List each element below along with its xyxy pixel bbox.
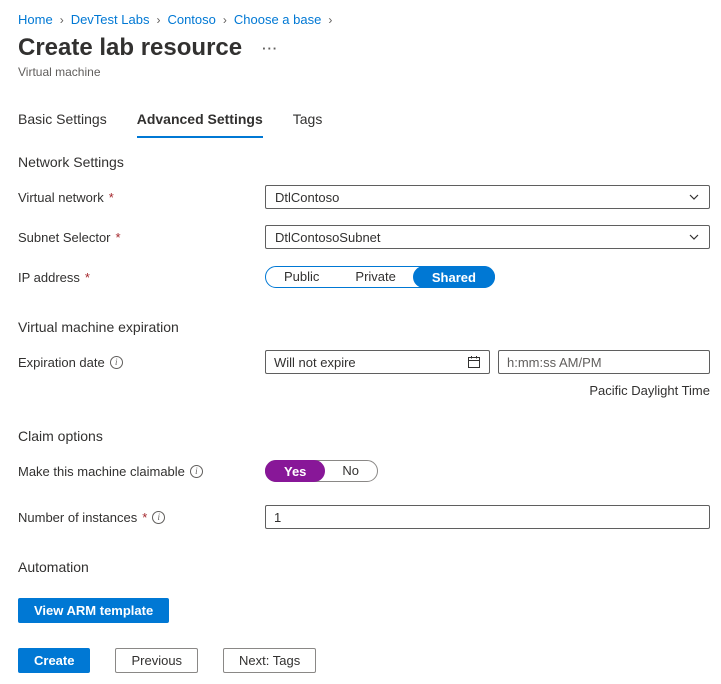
view-arm-template-button[interactable]: View ARM template [18, 598, 169, 623]
ip-address-label: IP address * [18, 270, 265, 285]
footer-actions: Create Previous Next: Tags [18, 648, 316, 673]
instances-control [265, 505, 710, 529]
claimable-option-yes[interactable]: Yes [265, 460, 325, 482]
section-title-automation: Automation [18, 559, 710, 575]
create-lab-resource-page: Home › DevTest Labs › Contoso › Choose a… [0, 0, 721, 684]
ip-option-private[interactable]: Private [337, 266, 413, 288]
expiration-time-input[interactable] [498, 350, 710, 374]
section-title-network-settings: Network Settings [18, 154, 710, 170]
form-body: Network Settings Virtual network * DtlCo… [0, 154, 721, 623]
virtual-network-label: Virtual network * [18, 190, 265, 205]
required-marker: * [116, 230, 121, 245]
breadcrumb-link-home[interactable]: Home [18, 12, 53, 27]
tab-tags[interactable]: Tags [293, 111, 323, 138]
more-actions-icon[interactable]: ··· [262, 41, 278, 56]
info-icon[interactable]: i [110, 356, 123, 369]
next-tags-button[interactable]: Next: Tags [223, 648, 316, 673]
breadcrumb-link-contoso[interactable]: Contoso [167, 12, 215, 27]
section-title-vm-expiration: Virtual machine expiration [18, 319, 710, 335]
previous-button[interactable]: Previous [115, 648, 198, 673]
subnet-label: Subnet Selector * [18, 230, 265, 245]
required-marker: * [85, 270, 90, 285]
breadcrumb: Home › DevTest Labs › Contoso › Choose a… [0, 0, 721, 27]
claimable-toggle: Yes No [265, 460, 378, 482]
expiration-date-value: Will not expire [274, 355, 356, 370]
instances-label-text: Number of instances [18, 510, 137, 525]
page-header: Create lab resource ··· [0, 27, 721, 62]
virtual-network-label-text: Virtual network [18, 190, 104, 205]
subnet-label-text: Subnet Selector [18, 230, 111, 245]
claimable-label: Make this machine claimable i [18, 464, 265, 479]
claimable-label-text: Make this machine claimable [18, 464, 185, 479]
ip-address-toggle: Public Private Shared [265, 266, 495, 288]
breadcrumb-link-devtest-labs[interactable]: DevTest Labs [71, 12, 150, 27]
ip-option-public[interactable]: Public [266, 266, 337, 288]
subnet-value: DtlContosoSubnet [275, 230, 381, 245]
chevron-down-icon [688, 231, 700, 243]
expiration-date-picker[interactable]: Will not expire [265, 350, 490, 374]
ip-option-shared[interactable]: Shared [413, 266, 495, 288]
required-marker: * [142, 510, 147, 525]
breadcrumb-separator: › [223, 13, 227, 27]
instances-row: Number of instances * i [18, 505, 710, 529]
tab-bar: Basic Settings Advanced Settings Tags [0, 111, 721, 138]
breadcrumb-separator: › [156, 13, 160, 27]
timezone-label: Pacific Daylight Time [18, 383, 710, 398]
breadcrumb-separator: › [60, 13, 64, 27]
info-icon[interactable]: i [190, 465, 203, 478]
ip-address-row: IP address * Public Private Shared [18, 265, 710, 289]
chevron-down-icon [688, 191, 700, 203]
subnet-control: DtlContosoSubnet [265, 225, 710, 249]
breadcrumb-link-choose-a-base[interactable]: Choose a base [234, 12, 321, 27]
page-title: Create lab resource [18, 34, 242, 62]
expiration-date-label: Expiration date i [18, 355, 265, 370]
instances-label: Number of instances * i [18, 510, 265, 525]
claimable-control: Yes No [265, 460, 710, 482]
info-icon[interactable]: i [152, 511, 165, 524]
expiration-date-label-text: Expiration date [18, 355, 105, 370]
virtual-network-value: DtlContoso [275, 190, 339, 205]
tab-basic-settings[interactable]: Basic Settings [18, 111, 107, 138]
calendar-icon[interactable] [467, 355, 481, 369]
ip-address-control: Public Private Shared [265, 266, 710, 288]
instances-input[interactable] [265, 505, 710, 529]
page-subtitle: Virtual machine [0, 62, 721, 79]
claimable-row: Make this machine claimable i Yes No [18, 459, 710, 483]
claimable-option-no[interactable]: No [324, 460, 377, 482]
required-marker: * [109, 190, 114, 205]
breadcrumb-separator: › [328, 13, 332, 27]
subnet-row: Subnet Selector * DtlContosoSubnet [18, 225, 710, 249]
create-button[interactable]: Create [18, 648, 90, 673]
virtual-network-row: Virtual network * DtlContoso [18, 185, 710, 209]
tab-advanced-settings[interactable]: Advanced Settings [137, 111, 263, 138]
subnet-dropdown[interactable]: DtlContosoSubnet [265, 225, 710, 249]
ip-address-label-text: IP address [18, 270, 80, 285]
virtual-network-control: DtlContoso [265, 185, 710, 209]
expiration-date-row: Expiration date i Will not expire [18, 350, 710, 374]
virtual-network-dropdown[interactable]: DtlContoso [265, 185, 710, 209]
expiration-date-control: Will not expire [265, 350, 710, 374]
section-title-claim-options: Claim options [18, 428, 710, 444]
